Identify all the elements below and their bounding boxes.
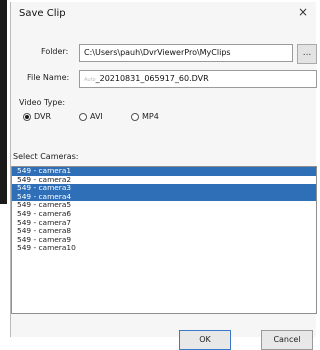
select-cameras-label: Select Cameras: (13, 152, 79, 161)
radio-avi[interactable]: AVI (79, 112, 103, 121)
radio-dot (79, 112, 87, 121)
background-window-edge (0, 0, 7, 204)
cancel-button[interactable]: Cancel (261, 330, 313, 350)
close-icon[interactable]: × (296, 5, 310, 19)
radio-dot (131, 112, 139, 121)
browse-button[interactable]: ... (297, 44, 317, 64)
radio-mp4[interactable]: MP4 (131, 112, 159, 121)
radio-avi-label: AVI (90, 112, 103, 121)
dialog-title: Save Clip (19, 8, 66, 19)
filename-prefix: Auto (84, 77, 96, 83)
camera-list-item[interactable]: 549 - camera10 (12, 244, 316, 253)
radio-dvr-label: DVR (34, 112, 52, 121)
video-type-label: Video Type: (19, 98, 66, 107)
radio-mp4-label: MP4 (142, 112, 159, 121)
folder-field[interactable]: C:\Users\pauh\DvrViewerPro\MyClips (79, 44, 293, 62)
radio-dot (23, 112, 31, 121)
save-clip-dialog: Save Clip × Folder: C:\Users\pauh\DvrVie… (10, 2, 317, 350)
filename-value: _20210831_065917_60.DVR (95, 74, 209, 83)
ok-button[interactable]: OK (179, 330, 231, 350)
radio-dvr[interactable]: DVR (23, 112, 51, 121)
filename-field[interactable]: Auto_20210831_065917_60.DVR (79, 70, 317, 88)
folder-label: Folder: (41, 47, 69, 56)
filename-label: File Name: (27, 73, 70, 82)
camera-list[interactable]: 549 - camera1 549 - camera2 549 - camera3 5… (11, 166, 317, 314)
